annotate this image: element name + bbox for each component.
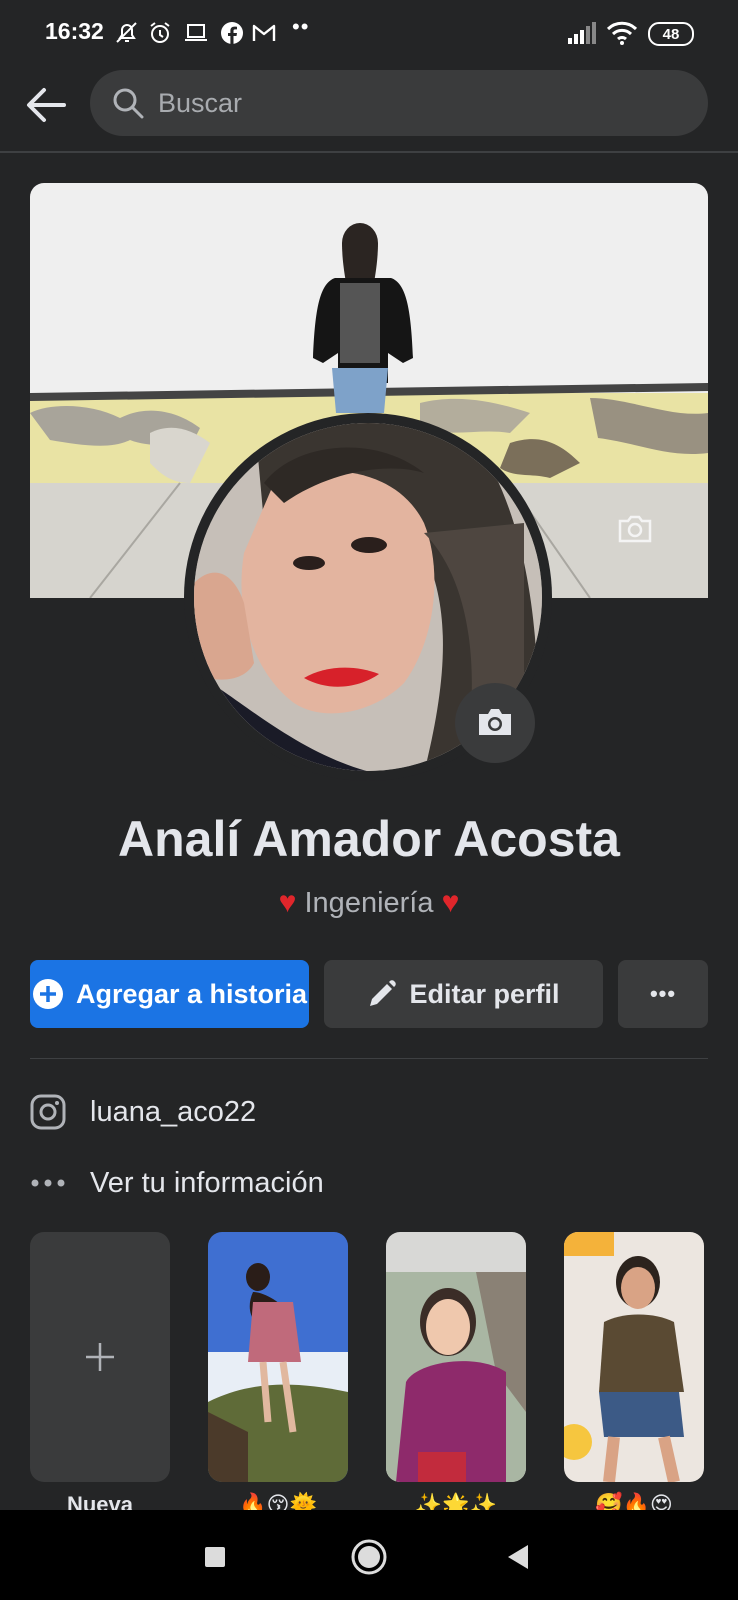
- highlight-thumbnail: [564, 1232, 704, 1482]
- laptop-icon: [185, 24, 207, 41]
- highlight-thumbnail: [386, 1232, 526, 1482]
- search-placeholder: Buscar: [158, 88, 243, 118]
- instagram-icon: [30, 1094, 66, 1130]
- header-divider: [0, 151, 738, 153]
- gmail-icon: [252, 24, 276, 41]
- more-options-button[interactable]: •••: [618, 960, 708, 1028]
- new-highlight-button[interactable]: [30, 1232, 170, 1482]
- more-dots-icon: [31, 1179, 65, 1187]
- more-icon: •••: [649, 981, 677, 1006]
- see-info-row[interactable]: Ver tu información: [30, 1158, 324, 1208]
- recents-icon[interactable]: [203, 1545, 227, 1569]
- heart-icon: ♥: [278, 886, 297, 919]
- profile-name: Analí Amador Acosta: [118, 811, 620, 867]
- search-icon: [113, 88, 144, 119]
- bio-text: Ingeniería: [304, 887, 434, 919]
- status-bar: 16:32 •• 48: [0, 0, 738, 66]
- plus-icon: [86, 1343, 114, 1371]
- home-icon[interactable]: [350, 1538, 388, 1576]
- alarm-icon: [150, 22, 170, 43]
- pencil-icon: [370, 980, 397, 1006]
- heart-icon: ♥: [441, 886, 460, 919]
- section-divider: [30, 1058, 708, 1059]
- status-time: 16:32: [45, 18, 104, 44]
- instagram-handle: luana_aco22: [90, 1095, 257, 1128]
- back-arrow-icon[interactable]: [20, 80, 70, 130]
- highlight-card[interactable]: [564, 1232, 704, 1482]
- status-more-icon: ••: [292, 14, 310, 39]
- profile-bio: ♥ Ingeniería ♥: [0, 886, 738, 920]
- mute-icon: [116, 22, 137, 43]
- plus-circle-icon: [32, 979, 63, 1009]
- add-to-story-button[interactable]: Agregar a historia: [30, 960, 309, 1028]
- back-nav-icon[interactable]: [506, 1543, 532, 1571]
- signal-icon: [568, 22, 596, 44]
- highlight-card[interactable]: [208, 1232, 348, 1482]
- profile-camera-button[interactable]: [455, 683, 535, 763]
- battery-icon: 48: [648, 22, 694, 46]
- edit-profile-label: Editar perfil: [409, 978, 560, 1009]
- see-info-label: Ver tu información: [90, 1166, 324, 1199]
- highlight-card[interactable]: [386, 1232, 526, 1482]
- facebook-icon: [221, 22, 243, 44]
- cover-camera-icon[interactable]: [617, 513, 653, 543]
- battery-level: 48: [662, 25, 680, 43]
- search-input[interactable]: Buscar: [90, 70, 708, 136]
- wifi-icon: [606, 21, 638, 45]
- system-nav-bar: [0, 1510, 738, 1600]
- edit-profile-button[interactable]: Editar perfil: [324, 960, 603, 1028]
- add-to-story-label: Agregar a historia: [75, 978, 308, 1009]
- instagram-row[interactable]: luana_aco22: [30, 1087, 256, 1137]
- highlight-thumbnail: [208, 1232, 348, 1482]
- camera-icon: [479, 709, 511, 735]
